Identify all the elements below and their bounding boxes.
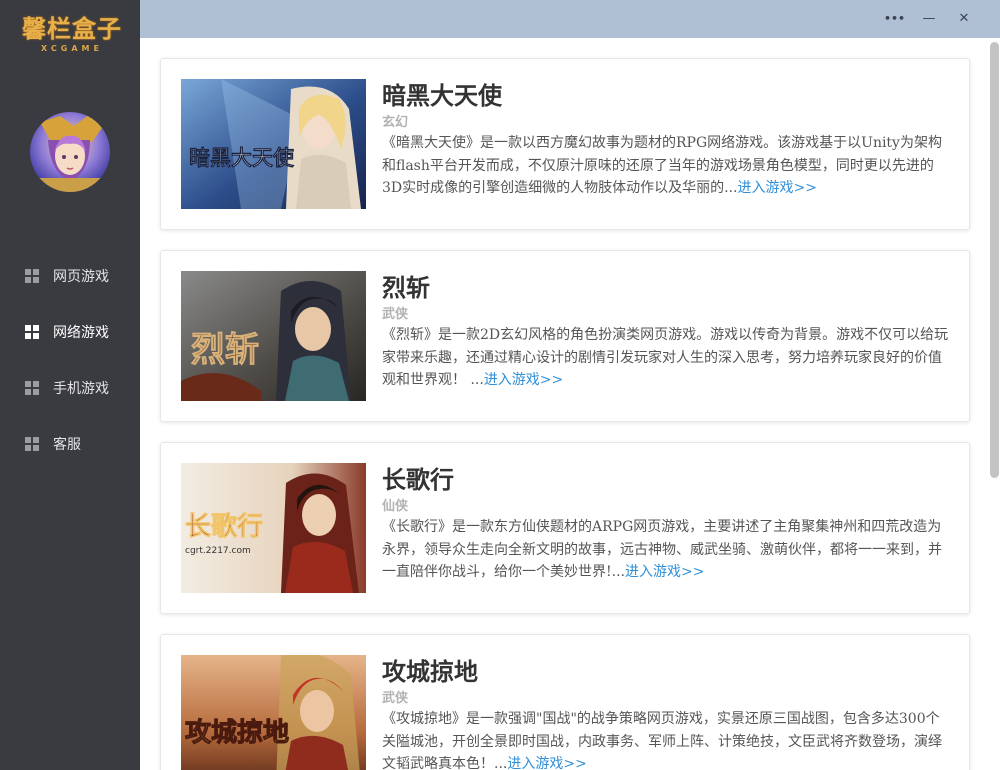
grid-icon bbox=[25, 381, 39, 395]
sidebar-item-customer-service[interactable]: 客服 bbox=[0, 416, 140, 472]
game-card[interactable]: 长歌行 cgrt.2217.com 长歌行 仙侠 《长歌行》是一款东方仙侠题材的… bbox=[160, 442, 970, 614]
sidebar-item-label: 手机游戏 bbox=[53, 381, 109, 397]
sidebar-item-label: 网络游戏 bbox=[53, 325, 109, 341]
game-description: 《暗黑大天使》是一款以西方魔幻故事为题材的RPG网络游戏。该游戏基于以Unity… bbox=[382, 132, 952, 200]
enter-game-link[interactable]: 进入游戏>> bbox=[737, 180, 816, 196]
sidebar-item-mobile-games[interactable]: 手机游戏 bbox=[0, 360, 140, 416]
game-card[interactable]: 暗黑大天使 暗黑大天使 玄幻 《暗黑大天使》是一款以西方魔幻故事为题材的RPG网… bbox=[160, 58, 970, 230]
game-thumbnail[interactable]: 暗黑大天使 bbox=[181, 79, 366, 209]
logo-text: 馨栏盒子 bbox=[22, 14, 122, 43]
thumbnail-subtext: cgrt.2217.com bbox=[185, 546, 251, 556]
game-thumbnail[interactable]: 烈斩 bbox=[181, 271, 366, 401]
game-category: 玄幻 bbox=[382, 115, 409, 130]
description-text: 《暗黑大天使》是一款以西方魔幻故事为题材的RPG网络游戏。该游戏基于以Unity… bbox=[382, 135, 942, 196]
game-title[interactable]: 长歌行 bbox=[382, 460, 454, 495]
thumbnail-title: 暗黑大天使 bbox=[189, 145, 295, 170]
enter-game-link[interactable]: 进入游戏>> bbox=[507, 756, 586, 770]
sidebar-item-label: 网页游戏 bbox=[53, 269, 109, 285]
logo-subtext: XCGAME bbox=[41, 44, 103, 53]
game-thumbnail[interactable]: 长歌行 cgrt.2217.com bbox=[181, 463, 366, 593]
enter-game-link[interactable]: 进入游戏>> bbox=[484, 372, 563, 388]
sidebar: 馨栏盒子 XCGAME 网页游戏 网络游戏 手机游戏 客服 bbox=[0, 0, 140, 770]
game-category: 武侠 bbox=[382, 307, 409, 322]
game-description: 《攻城掠地》是一款强调"国战"的战争策略网页游戏，实景还原三国战图，包含多达30… bbox=[382, 708, 952, 770]
more-icon[interactable]: ••• bbox=[884, 9, 905, 29]
grid-icon bbox=[25, 269, 39, 283]
sidebar-item-online-games[interactable]: 网络游戏 bbox=[0, 304, 140, 360]
game-description: 《长歌行》是一款东方仙侠题材的ARPG网页游戏，主要讲述了主角聚集神州和四荒改造… bbox=[382, 516, 952, 584]
grid-icon bbox=[25, 325, 39, 339]
user-avatar[interactable] bbox=[30, 112, 110, 192]
game-title[interactable]: 烈斩 bbox=[382, 268, 430, 303]
description-text: 《攻城掠地》是一款强调"国战"的战争策略网页游戏，实景还原三国战图，包含多达30… bbox=[382, 711, 942, 770]
game-title[interactable]: 暗黑大天使 bbox=[382, 76, 502, 111]
thumbnail-title: 烈斩 bbox=[191, 330, 259, 370]
sidebar-item-label: 客服 bbox=[53, 437, 81, 453]
scrollbar-thumb[interactable] bbox=[990, 42, 999, 478]
game-title[interactable]: 攻城掠地 bbox=[382, 652, 478, 687]
game-card[interactable]: 攻城掠地 攻城掠地 武侠 《攻城掠地》是一款强调"国战"的战争策略网页游戏，实景… bbox=[160, 634, 970, 770]
game-description: 《烈斩》是一款2D玄幻风格的角色扮演类网页游戏。游戏以传奇为背景。游戏不仅可以给… bbox=[382, 324, 952, 392]
sidebar-nav: 网页游戏 网络游戏 手机游戏 客服 bbox=[0, 248, 140, 472]
game-category: 武侠 bbox=[382, 691, 409, 706]
enter-game-link[interactable]: 进入游戏>> bbox=[625, 564, 704, 580]
grid-icon bbox=[25, 437, 39, 451]
game-card[interactable]: 烈斩 烈斩 武侠 《烈斩》是一款2D玄幻风格的角色扮演类网页游戏。游戏以传奇为背… bbox=[160, 250, 970, 422]
minimize-icon[interactable]: — bbox=[919, 9, 939, 29]
game-category: 仙侠 bbox=[382, 499, 409, 514]
thumbnail-title: 长歌行 bbox=[185, 511, 263, 542]
close-icon[interactable]: ✕ bbox=[954, 9, 974, 29]
game-thumbnail[interactable]: 攻城掠地 bbox=[181, 655, 366, 770]
game-list[interactable]: 暗黑大天使 暗黑大天使 玄幻 《暗黑大天使》是一款以西方魔幻故事为题材的RPG网… bbox=[140, 38, 1000, 770]
sidebar-item-web-games[interactable]: 网页游戏 bbox=[0, 248, 140, 304]
thumbnail-title: 攻城掠地 bbox=[185, 718, 289, 748]
description-text: 《烈斩》是一款2D玄幻风格的角色扮演类网页游戏。游戏以传奇为背景。游戏不仅可以给… bbox=[382, 327, 949, 388]
title-bar[interactable]: ••• — ✕ bbox=[140, 0, 1000, 38]
app-logo: 馨栏盒子 XCGAME bbox=[22, 14, 122, 60]
